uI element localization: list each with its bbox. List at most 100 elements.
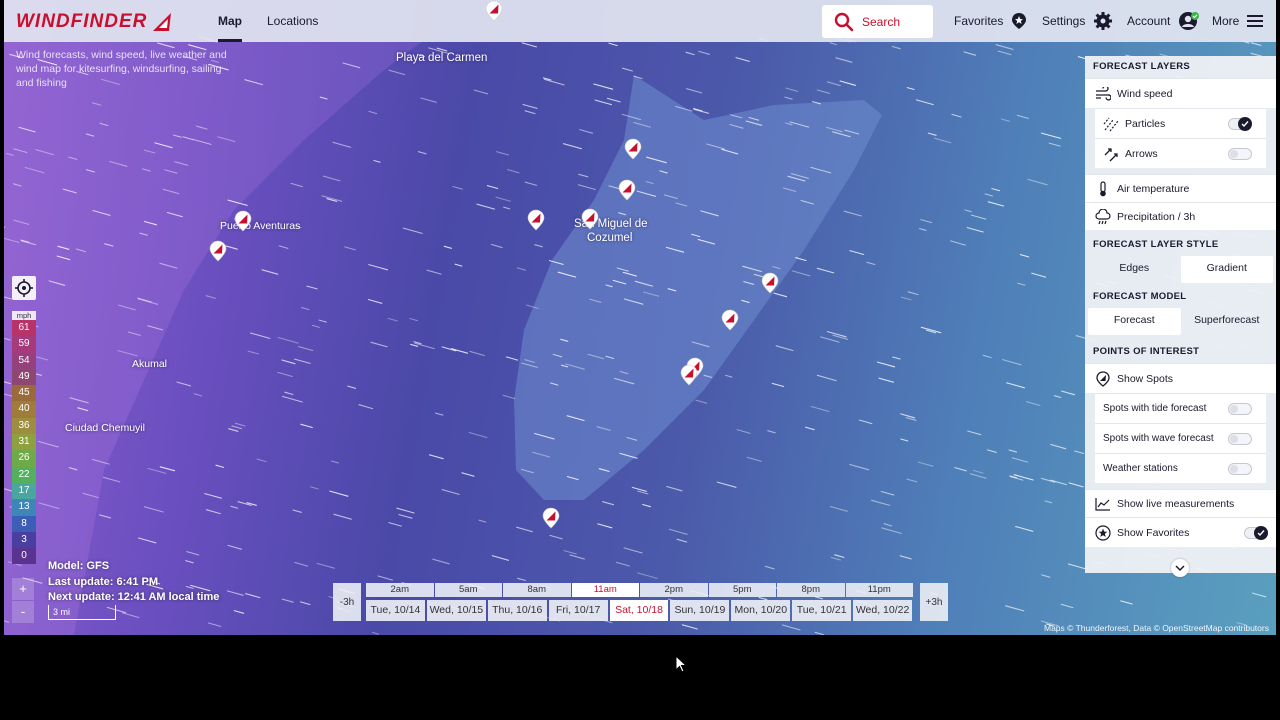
timeline-day[interactable]: Sat, 10/18 — [609, 600, 669, 621]
timeline-back-button[interactable]: -3h — [333, 583, 361, 621]
account-avatar-icon — [1178, 11, 1200, 31]
timeline-hour[interactable]: 8am — [503, 583, 571, 597]
search-button[interactable]: Search — [822, 5, 933, 38]
crosshair-icon — [15, 279, 33, 297]
spot-marker-icon[interactable] — [209, 240, 227, 262]
mouse-cursor — [675, 654, 688, 678]
timeline-day[interactable]: Tue, 10/21 — [792, 600, 852, 621]
more-menu-button[interactable]: More — [1212, 0, 1264, 42]
zoom-in-button[interactable]: + — [12, 578, 34, 600]
sail-logo-icon — [153, 13, 172, 31]
legend-value: 59 — [12, 336, 36, 353]
forecast-model-option[interactable]: Superforecast — [1181, 308, 1274, 335]
account-label: Account — [1127, 14, 1171, 28]
wave-spots-row[interactable]: Spots with wave forecast — [1095, 423, 1266, 453]
timeline-day[interactable]: Tue, 10/14 — [366, 600, 425, 621]
timeline-day[interactable]: Sun, 10/19 — [670, 600, 730, 621]
spot-marker-icon[interactable] — [234, 210, 252, 232]
spot-marker-icon[interactable] — [581, 208, 599, 230]
legend-value: 36 — [12, 417, 36, 435]
show-spots-row[interactable]: Show Spots — [1085, 363, 1276, 393]
layer-air-temperature[interactable]: Air temperature — [1085, 174, 1276, 202]
tide-spots-row[interactable]: Spots with tide forecast — [1095, 393, 1266, 423]
particles-label: Particles — [1125, 117, 1166, 130]
timeline-day[interactable]: Mon, 10/20 — [731, 600, 791, 621]
weather-stations-toggle[interactable] — [1228, 463, 1252, 475]
legend-value: 54 — [12, 352, 36, 369]
tide-spots-toggle[interactable] — [1228, 403, 1252, 415]
favorites-toggle[interactable] — [1244, 526, 1268, 540]
wind-icon — [1095, 86, 1111, 102]
timeline-forward-button[interactable]: +3h — [920, 583, 948, 621]
spot-marker-icon[interactable] — [527, 209, 545, 231]
place-playa-del-carmen: Playa del Carmen — [396, 52, 488, 64]
favorites-button[interactable]: Favorites — [954, 0, 1027, 42]
layer-style-option[interactable]: Gradient — [1180, 256, 1273, 283]
next-update: Next update: 12:41 AM local time — [48, 591, 220, 603]
timeline-day[interactable]: Wed, 10/15 — [426, 600, 486, 621]
rain-cloud-icon — [1095, 208, 1111, 225]
legend-value: 8 — [12, 515, 36, 532]
legend-value: 3 — [12, 531, 36, 549]
layers-panel: FORECAST LAYERS Wind speed Particles Arr… — [1085, 56, 1276, 573]
legend-value: 45 — [12, 385, 36, 402]
legend-value: 22 — [12, 466, 36, 483]
arrows-toggle[interactable] — [1228, 148, 1252, 160]
arrows-icon — [1103, 146, 1119, 162]
wind-speed-label: Wind speed — [1117, 87, 1173, 100]
timeline-day[interactable]: Fri, 10/17 — [548, 600, 608, 621]
show-favorites-label: Show Favorites — [1117, 526, 1190, 539]
windfinder-logo[interactable]: WINDFINDER — [16, 10, 173, 34]
timeline-hour[interactable]: 5am — [434, 583, 502, 597]
place-ciudad-chemuyil: Ciudad Chemuyil — [65, 422, 145, 434]
spot-marker-icon[interactable] — [618, 179, 636, 201]
cozumel-island — [514, 75, 882, 500]
layer-style-option[interactable]: Edges — [1088, 256, 1181, 283]
check-icon — [1254, 526, 1268, 540]
panel-scroll-down-button[interactable] — [1171, 559, 1189, 577]
legend-value: 13 — [12, 499, 36, 516]
timeline-day[interactable]: Wed, 10/22 — [853, 600, 913, 621]
account-button[interactable]: Account — [1127, 0, 1200, 42]
timeline-day[interactable]: Thu, 10/16 — [487, 600, 547, 621]
forecast-model-option[interactable]: Forecast — [1088, 308, 1181, 335]
settings-button[interactable]: Settings — [1042, 0, 1113, 42]
air-temperature-label: Air temperature — [1117, 182, 1190, 195]
timeline-hour[interactable]: 8pm — [777, 583, 845, 597]
wave-spots-toggle[interactable] — [1228, 433, 1252, 445]
zoom-out-button[interactable]: - — [12, 601, 34, 623]
cursor-arrow-icon — [675, 654, 688, 673]
timeline-hour[interactable]: 2am — [366, 583, 434, 597]
show-favorites-row[interactable]: Show Favorites — [1085, 517, 1276, 547]
spot-marker-icon[interactable] — [680, 364, 698, 386]
live-measurements-row[interactable]: Show live measurements — [1085, 489, 1276, 517]
place-cozumel: Cozumel — [587, 232, 633, 244]
layer-arrows[interactable]: Arrows — [1095, 138, 1266, 168]
spot-marker-icon[interactable] — [485, 0, 503, 22]
site-tagline: Wind forecasts, wind speed, live weather… — [16, 49, 227, 89]
layer-precipitation[interactable]: Precipitation / 3h — [1085, 202, 1276, 230]
timeline-hour[interactable]: 2pm — [640, 583, 708, 597]
spot-marker-icon[interactable] — [624, 138, 642, 160]
wind-speed-legend: mph 61 59 54 49 45 40 36 31 26 22 17 13 8 3 0 — [12, 311, 36, 565]
timeline-hour[interactable]: 5pm — [708, 583, 776, 597]
layer-particles[interactable]: Particles — [1095, 108, 1266, 138]
particles-icon — [1103, 116, 1119, 132]
chevron-down-icon — [1175, 565, 1185, 572]
locate-me-button[interactable] — [12, 276, 36, 300]
legend-value: 40 — [12, 401, 36, 418]
spot-marker-icon[interactable] — [761, 272, 779, 294]
search-icon — [834, 12, 854, 31]
spot-pin-icon — [1095, 370, 1111, 387]
tide-spots-label: Spots with tide forecast — [1103, 403, 1207, 414]
tab-map[interactable]: Map — [218, 0, 242, 42]
tab-locations[interactable]: Locations — [267, 0, 318, 42]
timeline-hour[interactable]: 11am — [571, 583, 639, 597]
weather-stations-row[interactable]: Weather stations — [1095, 453, 1266, 483]
spot-marker-icon[interactable] — [721, 309, 739, 331]
arrows-label: Arrows — [1125, 147, 1158, 160]
particles-toggle[interactable] — [1228, 117, 1252, 131]
layer-wind-speed[interactable]: Wind speed — [1085, 78, 1276, 108]
timeline-hour[interactable]: 11pm — [845, 583, 913, 597]
spot-marker-icon[interactable] — [542, 507, 560, 529]
